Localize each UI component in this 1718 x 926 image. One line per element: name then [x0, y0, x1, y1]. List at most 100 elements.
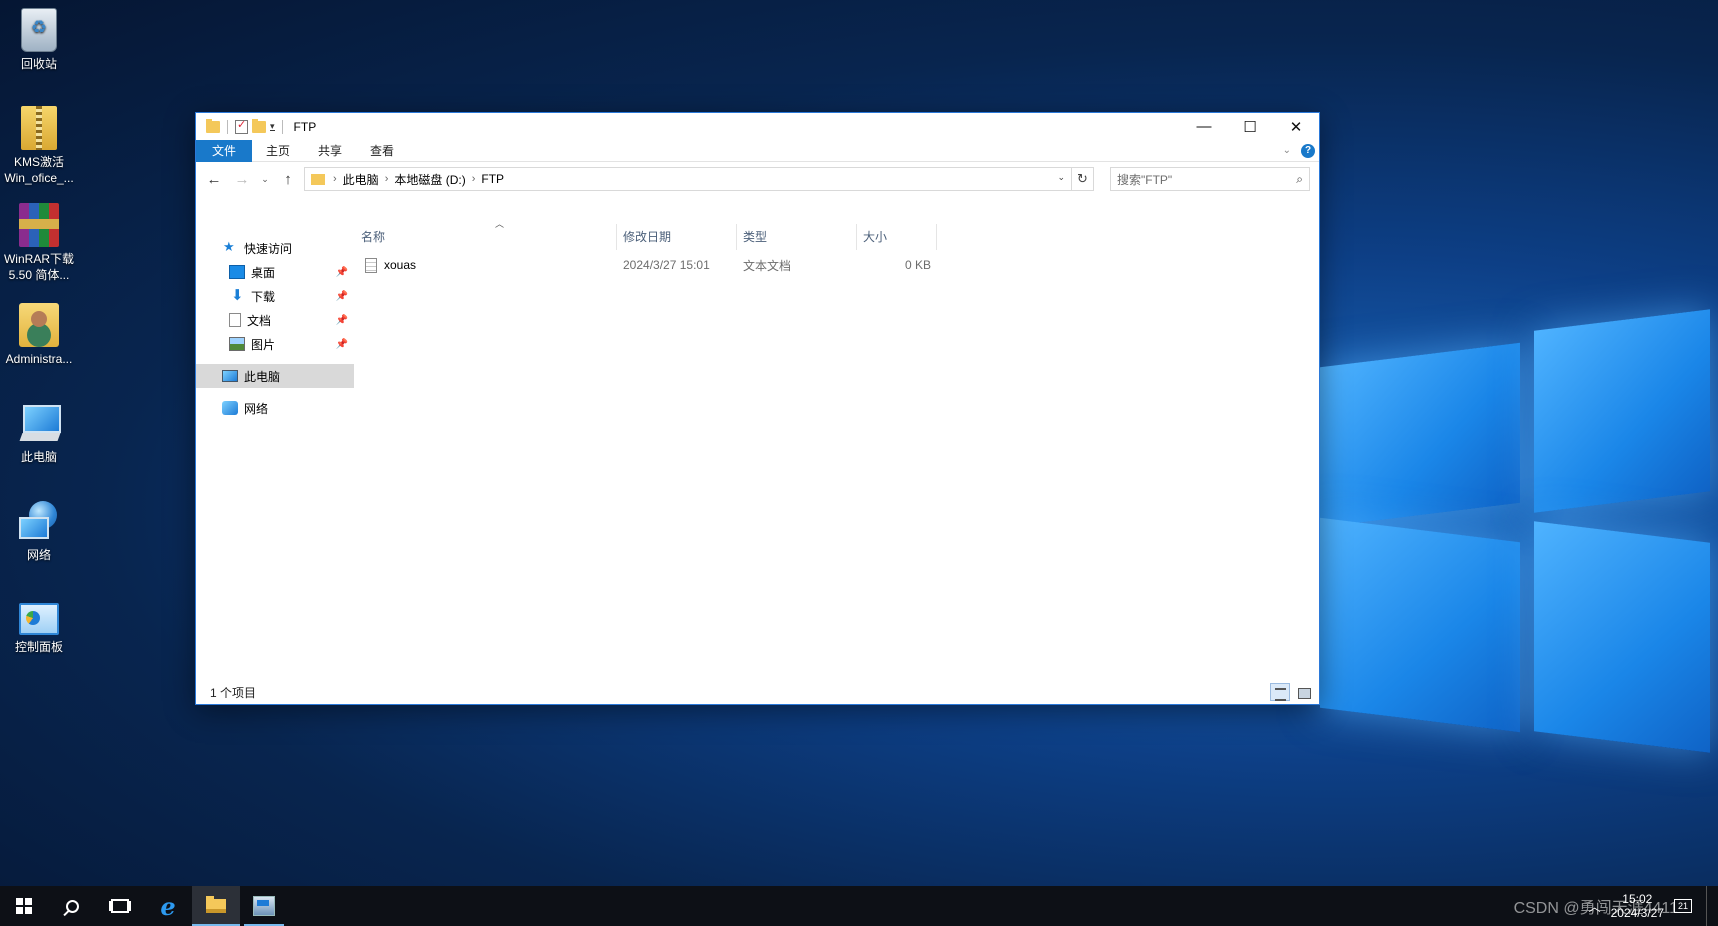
show-desktop-button[interactable] — [1706, 886, 1710, 926]
network-icon — [17, 499, 61, 543]
taskbar: e ︿ 15:02 2024/3/27 21 — [0, 886, 1718, 926]
close-button[interactable]: ✕ — [1273, 113, 1319, 140]
server-manager-icon — [253, 896, 275, 916]
user-folder-icon — [19, 303, 59, 347]
column-name[interactable]: 名称 — [355, 224, 617, 250]
windows-logo-wallpaper — [1300, 300, 1710, 753]
desktop-icon-network[interactable]: 网络 — [0, 499, 78, 563]
computer-icon — [17, 401, 61, 445]
search-placeholder: 搜索"FTP" — [1117, 172, 1173, 187]
nav-label: 桌面 — [251, 265, 276, 280]
item-count: 1 个项目 — [210, 685, 257, 700]
nav-item-documents[interactable]: 文档 📌 — [196, 308, 354, 332]
navigation-bar: ← → ⌄ ↑ › 此电脑 › 本地磁盘 (D:) › FTP ⌄ ↻ 搜索"F… — [196, 162, 1319, 196]
details-view-button[interactable] — [1270, 683, 1290, 701]
breadcrumb-local-disk[interactable]: 本地磁盘 (D:) — [394, 171, 465, 188]
minimize-button[interactable]: — — [1181, 113, 1227, 140]
documents-icon — [229, 313, 241, 327]
help-icon[interactable]: ? — [1301, 143, 1315, 158]
file-explorer-window: ▾ FTP — ☐ ✕ 文件 主页 共享 查看 ⌄ ? ← → ⌄ ↑ › 此电… — [195, 112, 1320, 705]
nav-this-pc[interactable]: 此电脑 — [196, 364, 354, 388]
desktop-icon-winrar[interactable]: WinRAR下载 5.50 简体... — [0, 203, 78, 283]
column-modified[interactable]: 修改日期 — [617, 224, 737, 250]
column-type[interactable]: 类型 — [737, 224, 857, 250]
computer-icon — [222, 370, 238, 382]
new-folder-button[interactable] — [252, 118, 266, 133]
column-size[interactable]: 大小 — [857, 224, 937, 250]
search-button[interactable] — [48, 886, 96, 926]
nav-label: 网络 — [244, 401, 269, 416]
desktop-icon-this-pc[interactable]: 此电脑 — [0, 401, 78, 465]
maximize-button[interactable]: ☐ — [1227, 113, 1273, 140]
large-icons-view-button[interactable] — [1293, 683, 1313, 701]
quick-access-toolbar: ▾ — [206, 118, 286, 134]
nav-quick-access[interactable]: 快速访问 — [196, 236, 354, 260]
file-size: 0 KB — [904, 258, 931, 272]
search-box[interactable]: 搜索"FTP" ⌕ — [1110, 167, 1310, 191]
nav-item-pictures[interactable]: 图片 📌 — [196, 332, 354, 356]
zip-archive-icon — [21, 106, 57, 150]
internet-explorer-icon: e — [160, 891, 176, 921]
network-icon — [222, 401, 238, 415]
breadcrumb-separator[interactable]: › — [472, 173, 476, 185]
expand-ribbon-icon[interactable]: ⌄ — [1283, 145, 1291, 156]
desktop-icon-label: KMS激活 Win_ofice_... — [4, 155, 74, 185]
desktop-icon-recycle-bin[interactable]: 回收站 — [0, 8, 78, 72]
file-row[interactable]: xouas 2024/3/27 15:01 文本文档 0 KB — [355, 254, 1319, 276]
address-bar[interactable]: › 此电脑 › 本地磁盘 (D:) › FTP ⌄ ↻ — [304, 167, 1094, 191]
customize-toolbar-dropdown[interactable]: ▾ — [270, 121, 275, 131]
sort-ascending-icon: ︿ — [495, 219, 505, 229]
folder-icon — [206, 118, 220, 133]
pin-icon: 📌 — [335, 314, 348, 326]
file-explorer-icon — [206, 896, 226, 913]
breadcrumb-separator[interactable]: › — [385, 173, 389, 185]
forward-button[interactable]: → — [230, 167, 254, 191]
nav-label: 快速访问 — [244, 241, 293, 256]
file-explorer-taskbar-button[interactable] — [192, 886, 240, 926]
title-bar[interactable]: ▾ FTP — ☐ ✕ — [196, 113, 1319, 140]
text-file-icon — [365, 257, 377, 273]
pictures-icon — [229, 337, 245, 351]
recycle-bin-icon — [21, 8, 57, 52]
desktop-icon-control-panel[interactable]: 控制面板 — [0, 597, 78, 655]
task-view-button[interactable] — [96, 886, 144, 926]
tab-file[interactable]: 文件 — [196, 139, 253, 162]
address-history-dropdown[interactable]: ⌄ — [1057, 172, 1065, 183]
desktop-icon-label: 回收站 — [20, 57, 57, 71]
nav-item-desktop[interactable]: 桌面 📌 — [196, 260, 354, 284]
pin-icon: 📌 — [335, 290, 348, 302]
tab-home[interactable]: 主页 — [252, 140, 304, 162]
nav-label: 下载 — [251, 289, 276, 304]
status-bar: 1 个项目 — [196, 680, 1319, 704]
ribbon-tabs: 文件 主页 共享 查看 ⌄ ? — [196, 139, 1319, 162]
desktop-icon-label: 此电脑 — [20, 450, 57, 464]
breadcrumb-separator[interactable]: › — [333, 173, 337, 185]
desktop-icon-label: Administra... — [5, 352, 73, 366]
tab-share[interactable]: 共享 — [304, 140, 356, 162]
star-icon — [222, 239, 238, 255]
up-button[interactable]: ↑ — [276, 167, 300, 191]
pin-icon: 📌 — [335, 266, 348, 278]
desktop-icon-kms[interactable]: KMS激活 Win_ofice_... — [0, 106, 78, 186]
file-modified: 2024/3/27 15:01 — [623, 258, 710, 272]
nav-label: 图片 — [251, 337, 276, 352]
tab-view[interactable]: 查看 — [356, 140, 408, 162]
breadcrumb-this-pc[interactable]: 此电脑 — [343, 171, 379, 188]
window-title: FTP — [293, 119, 317, 134]
nav-network[interactable]: 网络 — [196, 396, 354, 420]
internet-explorer-button[interactable]: e — [144, 886, 192, 926]
file-type: 文本文档 — [743, 258, 792, 273]
desktop-folder-icon — [229, 265, 245, 279]
search-icon[interactable]: ⌕ — [1296, 172, 1303, 187]
server-manager-taskbar-button[interactable] — [240, 886, 288, 926]
back-button[interactable]: ← — [202, 167, 226, 191]
watermark: CSDN @勇闯天涯4411 — [1513, 900, 1678, 917]
search-icon — [65, 899, 79, 913]
refresh-button[interactable]: ↻ — [1071, 168, 1093, 190]
start-button[interactable] — [0, 886, 48, 926]
recent-locations-dropdown[interactable]: ⌄ — [258, 167, 272, 191]
breadcrumb-ftp[interactable]: FTP — [481, 172, 504, 186]
nav-item-downloads[interactable]: 下载 📌 — [196, 284, 354, 308]
properties-button[interactable] — [235, 118, 248, 134]
desktop-icon-administrator[interactable]: Administra... — [0, 303, 78, 367]
